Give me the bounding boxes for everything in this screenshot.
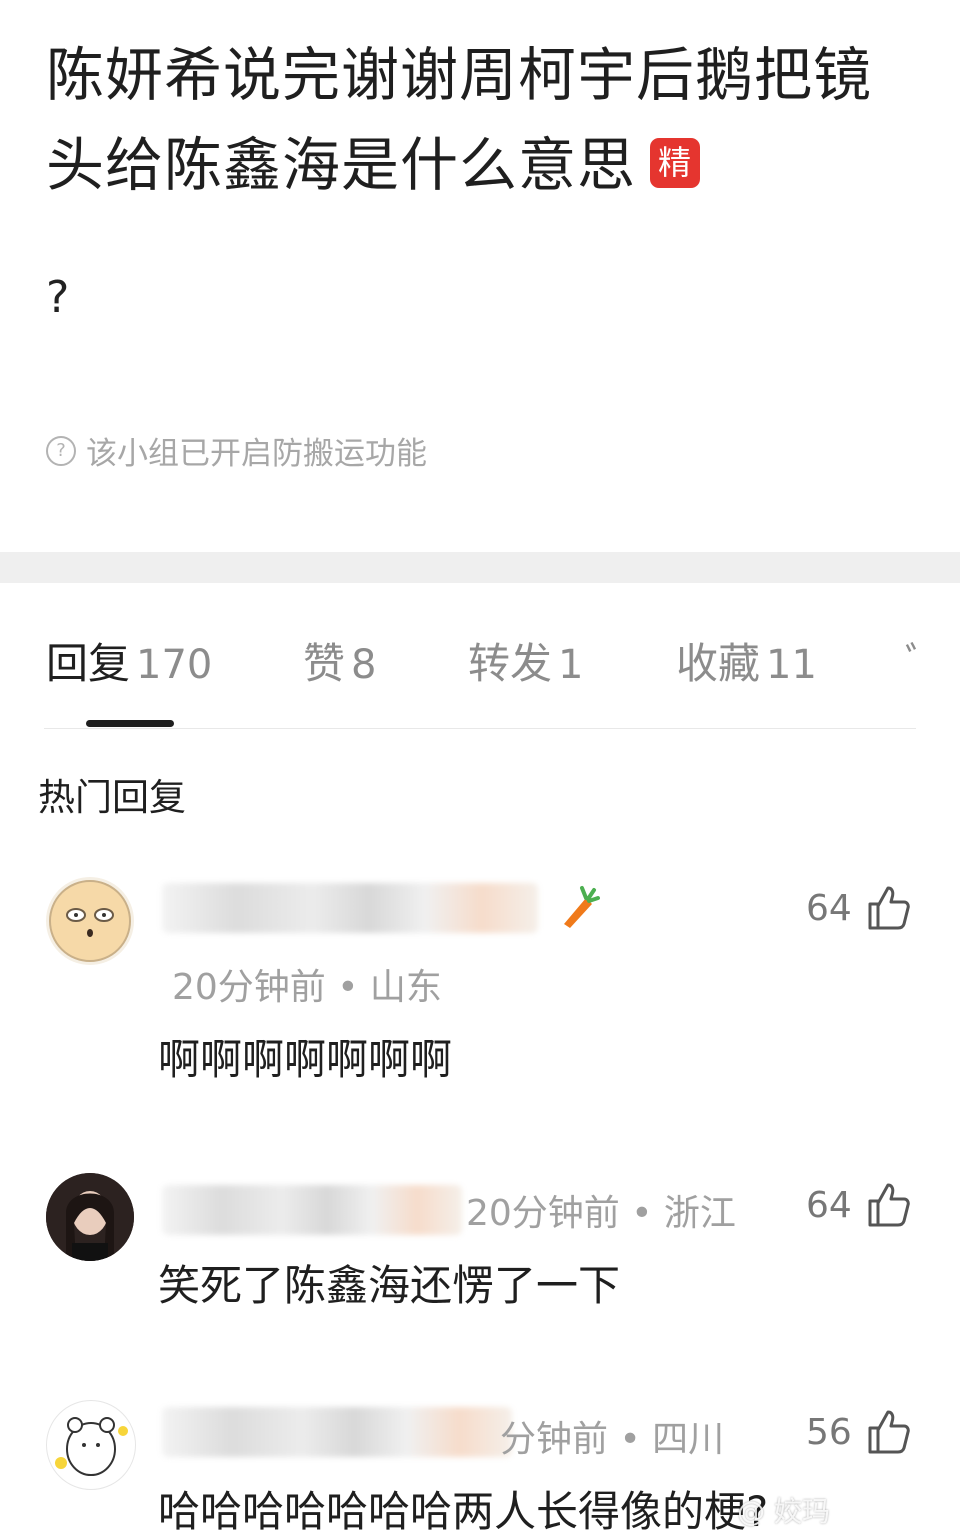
post-title: 陈妍希说完谢谢周柯宇后鹅把镜头给陈鑫海是什么意思精: [46, 41, 873, 199]
tab-favorites[interactable]: 收藏 11: [676, 630, 817, 691]
username-blurred[interactable]: [162, 883, 538, 933]
comment-meta: 分钟前 • 四川: [500, 1419, 725, 1460]
photo-avatar[interactable]: [46, 1173, 134, 1261]
comment-content: 笑死了陈鑫海还愣了一下: [158, 1261, 621, 1310]
like-button[interactable]: 64: [806, 1181, 912, 1229]
thumbs-up-icon: [868, 1183, 910, 1227]
question-icon: ?: [46, 435, 76, 466]
comment-content: 哈哈哈哈哈哈哈两人长得像的梗?: [158, 1487, 769, 1536]
username-blurred[interactable]: [162, 1407, 512, 1457]
cartoon-bear-avatar[interactable]: [46, 1400, 136, 1490]
like-count: 64: [806, 887, 852, 929]
section-divider: [0, 552, 960, 583]
section-title-hot-replies: 热门回复: [38, 776, 186, 819]
featured-badge: 精: [650, 137, 701, 188]
anti-repost-notice[interactable]: ? 该小组已开启防搬运功能: [46, 428, 427, 473]
tab-reposts[interactable]: 转发 1: [468, 630, 583, 691]
tab-more[interactable]: ﾞ: [905, 630, 925, 691]
username-blurred[interactable]: [162, 1185, 462, 1235]
tab-likes[interactable]: 赞8: [303, 630, 376, 691]
watermark: @ 姣玛: [737, 1495, 830, 1528]
comment-meta: 20分钟前 • 浙江: [466, 1193, 736, 1234]
active-tab-indicator: [86, 720, 174, 727]
like-count: 56: [806, 1411, 852, 1453]
tab-replies[interactable]: 回复 170: [46, 630, 212, 691]
like-button[interactable]: 64: [806, 884, 912, 932]
thumbs-up-icon: [868, 886, 910, 930]
tab-bar: 回复 170 赞8 转发 1 收藏 11 ﾞ: [0, 630, 960, 730]
like-count: 64: [806, 1184, 852, 1226]
comment-content: 啊啊啊啊啊啊啊: [158, 1035, 453, 1084]
notice-text: 该小组已开启防搬运功能: [86, 436, 427, 472]
like-button[interactable]: 56: [806, 1408, 912, 1456]
tab-bar-underline: [44, 728, 916, 729]
cartoon-face-avatar[interactable]: [46, 877, 134, 965]
thumbs-up-icon: [868, 1410, 910, 1454]
comment-meta: 20分钟前 • 山东: [172, 967, 442, 1008]
post-body: ?: [46, 272, 70, 323]
carrot-icon: [556, 884, 600, 936]
